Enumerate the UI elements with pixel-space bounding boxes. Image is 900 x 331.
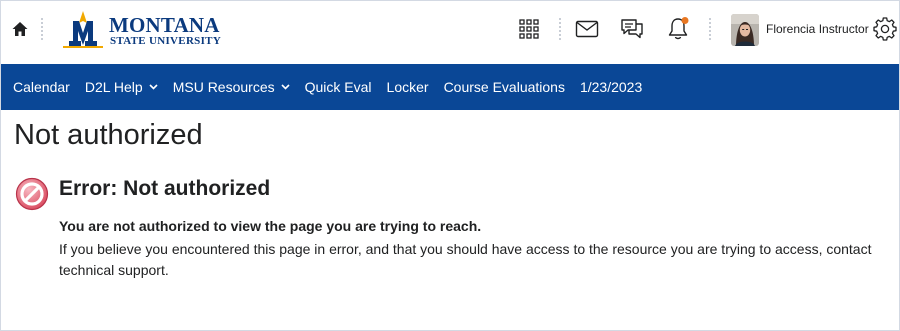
avatar[interactable]: [731, 14, 759, 46]
separator: [559, 18, 561, 40]
nav-item-label: D2L Help: [84, 79, 143, 95]
error-heading: Error: Not authorized: [59, 177, 271, 200]
error-icon: [15, 177, 49, 211]
page-frame: MONTANA STATE UNIVERSITY Florencia Instr…: [0, 0, 900, 331]
waffle-grid-icon[interactable]: [515, 15, 543, 43]
nav-item-course-evaluations[interactable]: Course Evaluations: [444, 79, 565, 95]
nav-item-label: Quick Eval: [304, 79, 372, 95]
nav-item-date[interactable]: 1/23/2023: [580, 79, 642, 95]
user-name[interactable]: Florencia Instructor: [766, 22, 869, 36]
nav-item-label: MSU Resources: [172, 79, 275, 95]
separator: [709, 18, 711, 40]
error-message-strong: You are not authorized to view the page …: [59, 218, 482, 234]
error-message-body: If you believe you encountered this page…: [59, 241, 872, 278]
logo-subtitle: STATE UNIVERSITY: [110, 35, 222, 47]
chevron-down-icon: [281, 84, 290, 90]
home-icon[interactable]: [11, 20, 29, 38]
nav-item-label: Calendar: [13, 79, 70, 95]
notification-dot: [681, 17, 689, 24]
nav-item-locker[interactable]: Locker: [387, 79, 429, 95]
gear-icon[interactable]: [871, 15, 899, 43]
nav-item-msu-resources[interactable]: MSU Resources: [173, 79, 290, 95]
nav-item-label: Course Evaluations: [443, 79, 565, 95]
course-navbar: Calendar D2L Help MSU Resources Quick Ev…: [1, 64, 899, 110]
nav-item-calendar[interactable]: Calendar: [13, 79, 70, 95]
page-title: Not authorized: [14, 119, 203, 151]
nav-item-label: Locker: [386, 79, 429, 95]
logo-name: MONTANA: [109, 13, 220, 37]
msu-logo-mark-icon: [63, 11, 103, 48]
nav-item-quick-eval[interactable]: Quick Eval: [305, 79, 372, 95]
nav-item-d2l-help[interactable]: D2L Help: [85, 79, 158, 95]
chat-icon[interactable]: [618, 15, 646, 43]
bell-icon[interactable]: [664, 15, 692, 43]
mail-icon[interactable]: [573, 15, 601, 43]
chevron-down-icon: [149, 84, 158, 90]
msu-logo[interactable]: MONTANA STATE UNIVERSITY: [59, 11, 222, 51]
top-header: MONTANA STATE UNIVERSITY Florencia Instr…: [1, 1, 899, 63]
nav-item-label: 1/23/2023: [579, 79, 643, 95]
separator: [41, 18, 43, 40]
